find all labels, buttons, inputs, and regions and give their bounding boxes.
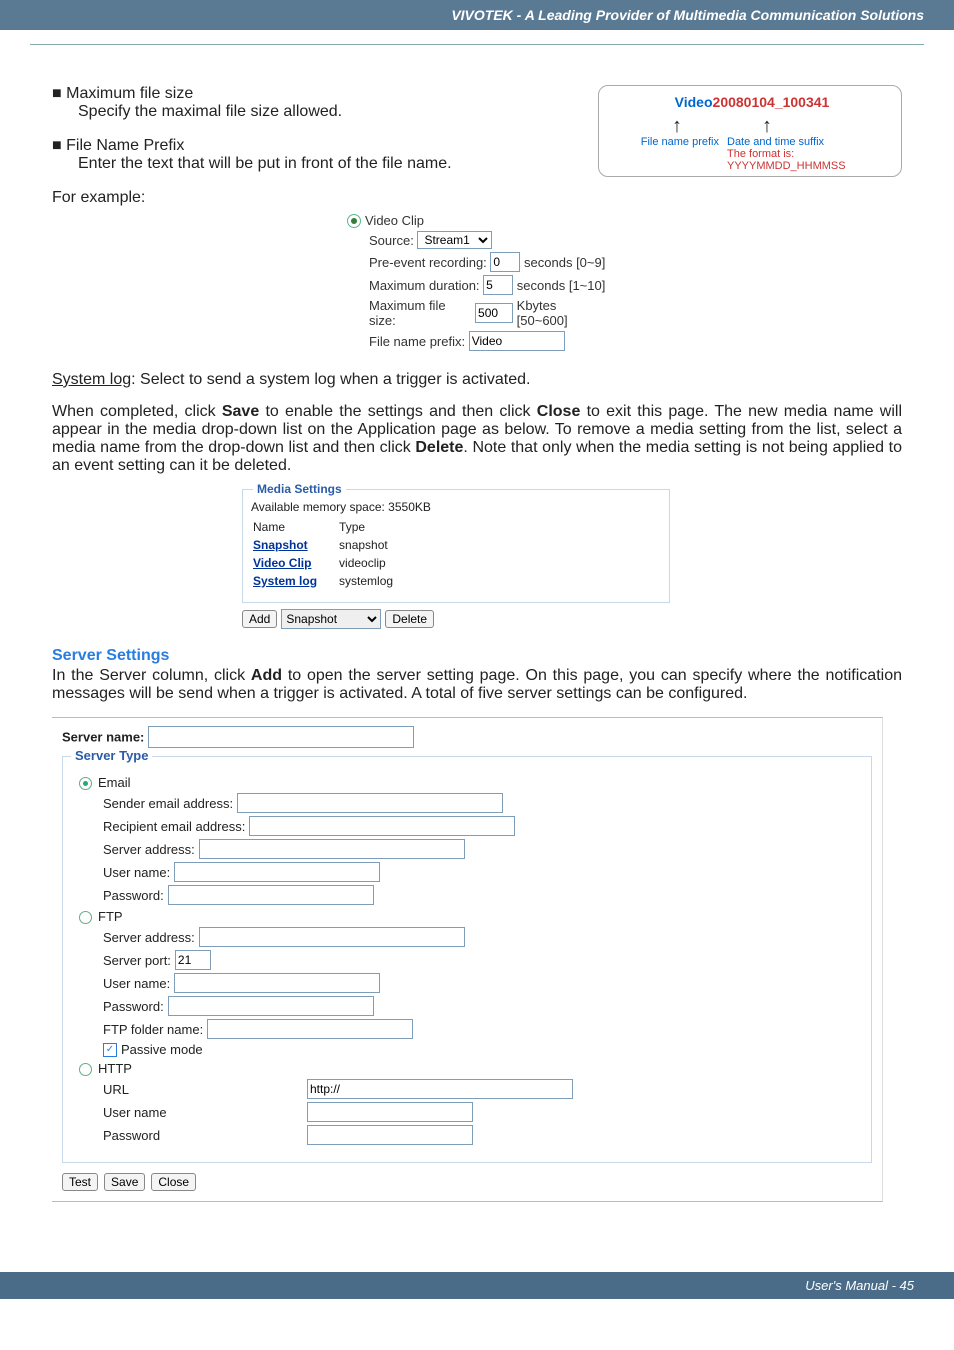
max-filesize-label: Maximum file size: bbox=[369, 298, 471, 328]
email-pass-input[interactable] bbox=[168, 885, 374, 905]
caption-format: The format is: YYYYMMDD_HHMMSS bbox=[727, 148, 893, 172]
ftp-addr-input[interactable] bbox=[199, 927, 465, 947]
radio-ftp[interactable] bbox=[79, 911, 92, 924]
available-memory: Available memory space: 3550KB bbox=[251, 500, 661, 514]
email-pass-label: Password: bbox=[103, 888, 164, 903]
ftp-folder-label: FTP folder name: bbox=[103, 1022, 203, 1037]
ftp-addr-label: Server address: bbox=[103, 930, 195, 945]
filename-prefix-label: File name prefix: bbox=[369, 334, 465, 349]
http-user-label: User name bbox=[103, 1105, 303, 1120]
ftp-user-label: User name: bbox=[103, 976, 170, 991]
ftp-pass-input[interactable] bbox=[168, 996, 374, 1016]
filename-example-box: Video20080104_100341 ↑ ↑ File name prefix… bbox=[598, 85, 902, 177]
media-select[interactable]: Snapshot bbox=[281, 609, 381, 629]
col-type: Type bbox=[337, 518, 413, 536]
delete-button[interactable]: Delete bbox=[385, 610, 434, 628]
add-button[interactable]: Add bbox=[242, 610, 277, 628]
ftp-user-input[interactable] bbox=[174, 973, 380, 993]
video-clip-box: Video Clip Source: Stream1 Pre-event rec… bbox=[347, 213, 607, 351]
sender-label: Sender email address: bbox=[103, 796, 233, 811]
video-clip-title: Video Clip bbox=[365, 213, 424, 228]
recipient-label: Recipient email address: bbox=[103, 819, 245, 834]
max-duration-unit: seconds [1~10] bbox=[517, 278, 606, 293]
example-prefix: Video bbox=[675, 94, 713, 110]
server-settings-paragraph: In the Server column, click Add to open … bbox=[52, 667, 902, 703]
source-select[interactable]: Stream1 bbox=[417, 231, 492, 249]
ftp-port-label: Server port: bbox=[103, 953, 171, 968]
bullet-max-file-size: ■ Maximum file size Specify the maximal … bbox=[52, 85, 578, 121]
for-example-label: For example: bbox=[52, 189, 902, 207]
max-filesize-input[interactable] bbox=[475, 303, 513, 323]
ftp-label: FTP bbox=[98, 909, 123, 924]
server-name-label: Server name: bbox=[62, 730, 144, 745]
email-srv-addr-input[interactable] bbox=[199, 839, 465, 859]
test-button[interactable]: Test bbox=[62, 1173, 98, 1191]
http-pass-label: Password bbox=[103, 1128, 303, 1143]
media-settings-legend: Media Settings bbox=[253, 482, 346, 496]
completion-paragraph: When completed, click Save to enable the… bbox=[52, 403, 902, 475]
arrow-up-icon: ↑ bbox=[762, 116, 772, 136]
max-duration-label: Maximum duration: bbox=[369, 278, 480, 293]
media-settings-box: Media Settings Available memory space: 3… bbox=[242, 489, 670, 603]
filename-prefix-input[interactable] bbox=[469, 331, 565, 351]
http-label: HTTP bbox=[98, 1061, 132, 1076]
system-log-line: System log: Select to send a system log … bbox=[52, 371, 902, 389]
max-duration-input[interactable] bbox=[483, 275, 513, 295]
sender-input[interactable] bbox=[237, 793, 503, 813]
http-user-input[interactable] bbox=[307, 1102, 473, 1122]
caption-suffix: Date and time suffix bbox=[727, 136, 824, 148]
url-input[interactable] bbox=[307, 1079, 573, 1099]
table-row: Video Clipvideoclip bbox=[251, 554, 413, 572]
media-table: NameType Snapshotsnapshot Video Clipvide… bbox=[251, 518, 413, 590]
email-srv-addr-label: Server address: bbox=[103, 842, 195, 857]
media-link-videoclip[interactable]: Video Clip bbox=[253, 556, 311, 570]
source-label: Source: bbox=[369, 233, 414, 248]
table-row: System logsystemlog bbox=[251, 572, 413, 590]
server-type-legend: Server Type bbox=[71, 748, 152, 763]
ftp-port-input[interactable] bbox=[175, 950, 211, 970]
radio-email[interactable] bbox=[79, 777, 92, 790]
passive-mode-checkbox[interactable]: ✓ bbox=[103, 1043, 117, 1057]
max-filesize-unit: Kbytes [50~600] bbox=[517, 298, 607, 328]
pre-event-input[interactable] bbox=[490, 252, 520, 272]
ftp-folder-input[interactable] bbox=[207, 1019, 413, 1039]
doc-header: VIVOTEK - A Leading Provider of Multimed… bbox=[0, 0, 954, 30]
close-button[interactable]: Close bbox=[151, 1173, 196, 1191]
recipient-input[interactable] bbox=[249, 816, 515, 836]
radio-http[interactable] bbox=[79, 1063, 92, 1076]
server-name-input[interactable] bbox=[148, 726, 414, 748]
passive-mode-label: Passive mode bbox=[121, 1042, 203, 1057]
ftp-pass-label: Password: bbox=[103, 999, 164, 1014]
radio-video-clip[interactable] bbox=[347, 214, 361, 228]
email-label: Email bbox=[98, 775, 131, 790]
http-pass-input[interactable] bbox=[307, 1125, 473, 1145]
server-form-box: Server name: Server Type Email Sender em… bbox=[52, 717, 883, 1202]
example-suffix: 20080104_100341 bbox=[713, 94, 830, 110]
caption-prefix: File name prefix bbox=[611, 136, 727, 148]
save-button[interactable]: Save bbox=[104, 1173, 145, 1191]
server-settings-heading: Server Settings bbox=[52, 647, 902, 665]
col-name: Name bbox=[251, 518, 337, 536]
table-row: Snapshotsnapshot bbox=[251, 536, 413, 554]
media-link-systemlog[interactable]: System log bbox=[253, 574, 317, 588]
header-rule bbox=[30, 44, 924, 45]
pre-event-label: Pre-event recording: bbox=[369, 255, 487, 270]
email-user-label: User name: bbox=[103, 865, 170, 880]
arrow-up-icon: ↑ bbox=[672, 116, 682, 136]
server-type-fieldset: Server Type Email Sender email address: … bbox=[62, 756, 872, 1163]
bullet-file-name-prefix: ■ File Name Prefix Enter the text that w… bbox=[52, 137, 578, 173]
pre-event-unit: seconds [0~9] bbox=[524, 255, 605, 270]
url-label: URL bbox=[103, 1082, 303, 1097]
media-link-snapshot[interactable]: Snapshot bbox=[253, 538, 308, 552]
email-user-input[interactable] bbox=[174, 862, 380, 882]
doc-footer: User's Manual - 45 bbox=[0, 1272, 954, 1299]
